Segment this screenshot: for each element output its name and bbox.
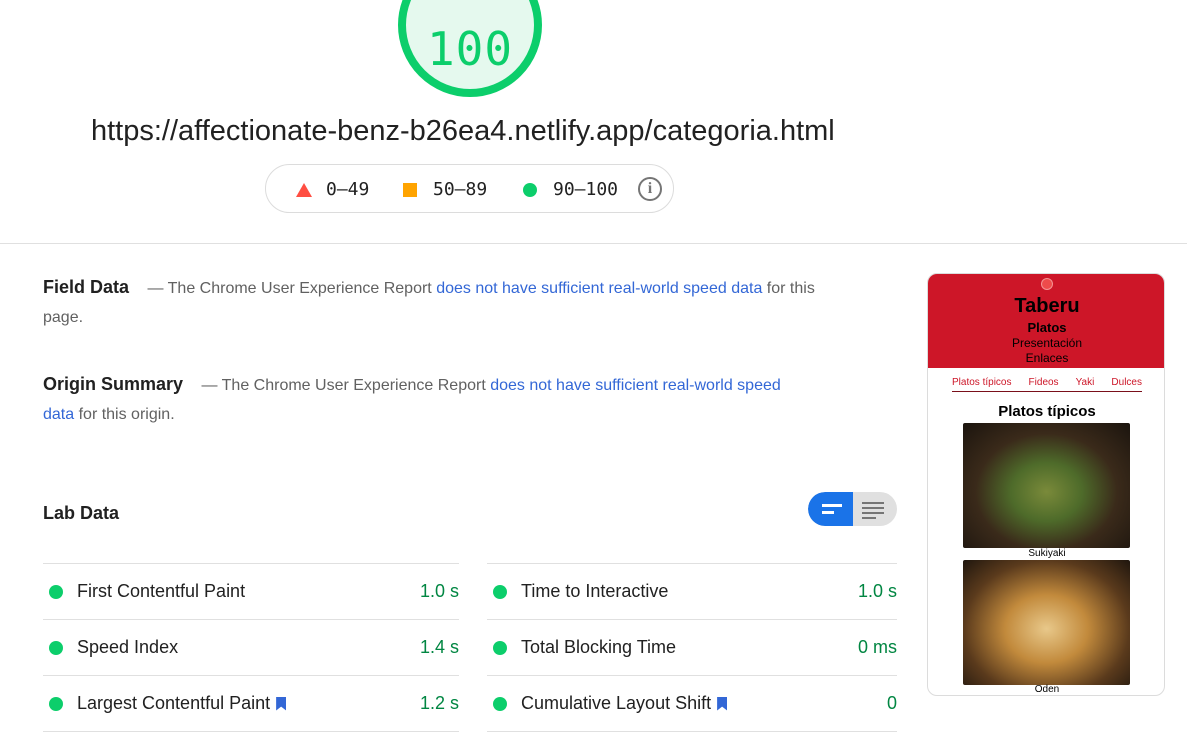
compact-view-button[interactable] <box>808 492 853 526</box>
pass-circle-icon <box>49 584 63 599</box>
oden-image <box>963 560 1130 685</box>
compact-view-icon <box>822 504 842 507</box>
thumbnail-nav-item: Dulces <box>1111 377 1142 388</box>
thumbnail-header: Taberu Platos Presentación Enlaces <box>928 274 1164 368</box>
thumbnail-link-enlaces: Enlaces <box>1025 351 1069 365</box>
metric-value: 0 ms <box>857 637 897 657</box>
metric-value: 1.0 s <box>419 581 459 601</box>
thumbnail-nav: Platos típicos Fideos Yaki Dulces <box>952 377 1142 392</box>
field-data-title: Field Data <box>43 277 130 297</box>
legend-fail-label: 0–49 <box>326 179 370 200</box>
sukiyaki-image <box>963 423 1130 548</box>
origin-summary-title: Origin Summary <box>43 374 184 394</box>
origin-summary-text: — The Chrome User Experience Report <box>201 377 486 394</box>
legend-pass: 90–100 <box>523 179 618 200</box>
thumbnail-nav-item: Fideos <box>1028 377 1059 388</box>
thumbnail-caption: Oden <box>1034 684 1060 695</box>
metrics-divider <box>487 731 897 732</box>
metric-label: First Contentful Paint <box>77 581 246 601</box>
pass-circle-icon <box>493 696 507 711</box>
tested-url: https://affectionate-benz-b26ea4.netlify… <box>91 115 835 147</box>
origin-summary-section: Origin Summary — The Chrome User Experie… <box>43 370 813 429</box>
legend-pass-label: 90–100 <box>553 179 619 200</box>
lab-data-title: Lab Data <box>43 503 120 523</box>
thumbnail-nav-item: Platos típicos <box>952 377 1012 388</box>
legend-average: 50–89 <box>403 179 487 200</box>
pass-circle-icon <box>49 696 63 711</box>
compact-view-icon-line <box>822 511 834 514</box>
thumbnail-nav-item: Yaki <box>1075 377 1095 388</box>
metric-cumulative-layout-shift: Cumulative Layout Shift 0 <box>487 675 897 731</box>
field-data-section: Field Data — The Chrome User Experience … <box>43 273 833 332</box>
average-square-icon <box>403 182 417 197</box>
metric-time-to-interactive: Time to Interactive 1.0 s <box>487 563 897 619</box>
thumbnail-link-presentacion: Presentación <box>1011 336 1083 350</box>
pass-circle-icon <box>523 182 537 197</box>
pass-circle-icon <box>493 584 507 599</box>
final-screenshot-thumbnail: Taberu Platos Presentación Enlaces Plato… <box>927 273 1165 696</box>
metric-first-contentful-paint: First Contentful Paint 1.0 s <box>43 563 459 619</box>
metric-total-blocking-time: Total Blocking Time 0 ms <box>487 619 897 675</box>
pass-circle-icon <box>49 640 63 655</box>
expanded-view-button[interactable] <box>853 492 897 526</box>
thumbnail-site-title: Taberu <box>1014 295 1080 317</box>
section-divider <box>0 243 1187 244</box>
score-legend: 0–49 50–89 90–100 i <box>265 164 674 213</box>
metrics-view-toggle[interactable] <box>808 492 897 526</box>
metric-label: Largest Contentful Paint <box>77 693 271 713</box>
bookmark-icon <box>717 696 728 711</box>
site-logo-icon <box>1041 278 1053 290</box>
field-data-link[interactable]: does not have sufficient real-world spee… <box>436 280 762 297</box>
info-icon[interactable]: i <box>638 177 662 201</box>
metric-value: 1.4 s <box>419 637 459 657</box>
expanded-view-icon-line <box>862 517 876 519</box>
thumbnail-subtitle: Platos <box>1027 320 1067 335</box>
metric-largest-contentful-paint: Largest Contentful Paint 1.2 s <box>43 675 459 731</box>
thumbnail-caption: Sukiyaki <box>1028 548 1066 559</box>
metric-label: Cumulative Layout Shift <box>521 693 712 713</box>
thumbnail-section-title: Platos típicos <box>998 403 1096 420</box>
expanded-view-icon <box>862 502 884 504</box>
field-data-text: — The Chrome User Experience Report <box>147 280 432 297</box>
legend-average-label: 50–89 <box>433 179 488 200</box>
performance-score-gauge: 100 <box>398 0 542 97</box>
legend-fail: 0–49 <box>296 179 369 200</box>
performance-score: 100 <box>426 22 514 76</box>
metric-speed-index: Speed Index 1.4 s <box>43 619 459 675</box>
metric-value: 1.2 s <box>419 693 459 713</box>
metric-label: Total Blocking Time <box>521 637 677 657</box>
metric-label: Speed Index <box>77 637 179 657</box>
fail-triangle-icon <box>296 182 312 197</box>
origin-summary-text-after: for this origin. <box>78 406 175 423</box>
metric-value: 1.0 s <box>857 581 897 601</box>
bookmark-icon <box>276 696 287 711</box>
metric-label: Time to Interactive <box>521 581 669 601</box>
expanded-view-icon-line <box>862 512 884 514</box>
expanded-view-icon-line <box>862 507 884 509</box>
pass-circle-icon <box>493 640 507 655</box>
metric-value: 0 <box>886 693 897 713</box>
metrics-divider <box>43 731 459 732</box>
